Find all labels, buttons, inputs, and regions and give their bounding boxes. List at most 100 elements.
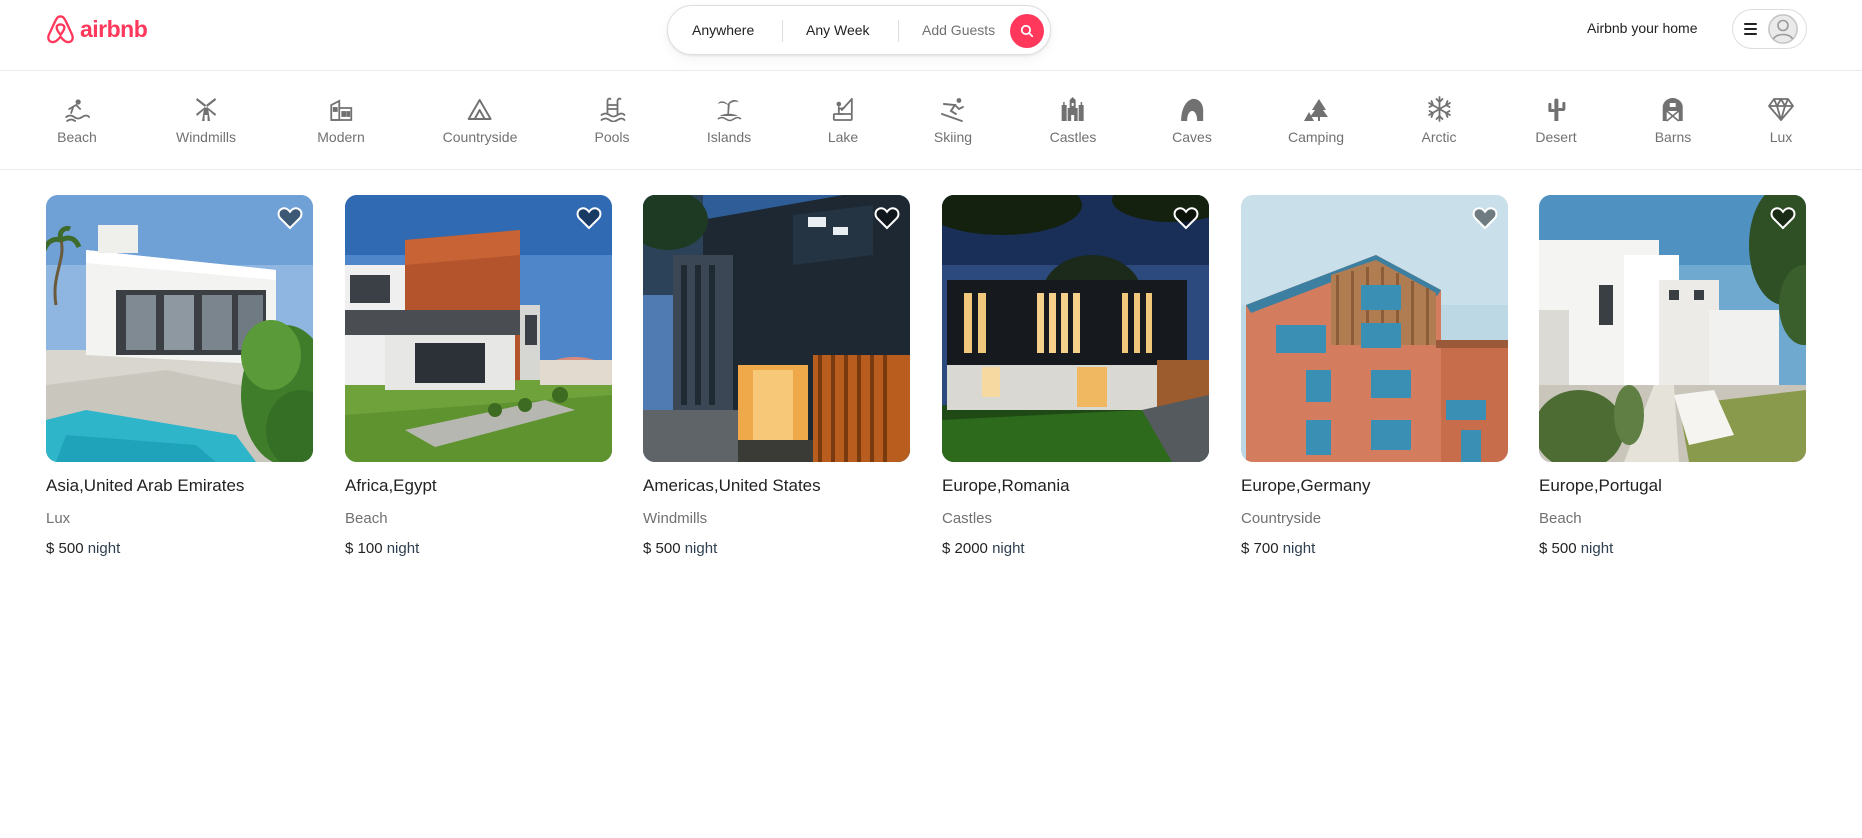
favorite-heart-button[interactable] xyxy=(1472,206,1498,230)
search-any-week[interactable]: Any Week xyxy=(806,22,870,38)
search-icon xyxy=(1020,24,1034,38)
hamburger-icon xyxy=(1744,23,1757,35)
listing-location: Europe,Romania xyxy=(942,476,1070,495)
airbnb-logo[interactable]: airbnb xyxy=(45,13,148,45)
listing-category: Windmills xyxy=(643,510,708,527)
listing-location: Europe,Portugal xyxy=(1539,476,1662,495)
cave-icon xyxy=(1181,98,1203,121)
category-label: Modern xyxy=(317,129,365,145)
category-caves[interactable]: Caves xyxy=(1172,96,1212,145)
favorite-heart-button[interactable] xyxy=(1770,206,1796,230)
listing-card[interactable]: Americas,United States Windmills $ 500 n… xyxy=(643,195,910,557)
category-label: Pools xyxy=(594,129,630,145)
listing-price-amount: $ 500 xyxy=(1539,540,1577,557)
listing-photo[interactable] xyxy=(46,195,313,462)
search-anywhere[interactable]: Anywhere xyxy=(692,22,754,38)
category-windmills[interactable]: Windmills xyxy=(176,96,236,145)
beach-icon xyxy=(65,99,90,122)
user-menu-button[interactable] xyxy=(1732,9,1807,49)
listing-photo-night-house xyxy=(942,195,1209,462)
modern-house-icon xyxy=(330,99,352,121)
pool-icon xyxy=(600,97,625,122)
category-label: Beach xyxy=(57,129,97,145)
brand-name: airbnb xyxy=(80,15,148,42)
listing-price-amount: $ 700 xyxy=(1241,540,1279,557)
mountain-icon xyxy=(468,99,492,120)
search-add-guests[interactable]: Add Guests xyxy=(922,22,995,38)
listing-location: Africa,Egypt xyxy=(345,476,437,495)
category-camping[interactable]: Camping xyxy=(1288,96,1344,145)
heart-icon xyxy=(1770,207,1796,230)
listing-location: Europe,Germany xyxy=(1241,476,1371,495)
category-label: Lux xyxy=(1769,129,1793,145)
listing-photo[interactable] xyxy=(1241,195,1508,462)
listing-price: $ 100 night xyxy=(345,540,612,557)
category-pools[interactable]: Pools xyxy=(594,96,630,145)
listing-photo[interactable] xyxy=(1539,195,1806,462)
category-label: Windmills xyxy=(176,129,236,145)
category-label: Desert xyxy=(1535,129,1577,145)
category-modern[interactable]: Modern xyxy=(317,96,365,145)
favorite-heart-button[interactable] xyxy=(277,206,303,230)
listing-photo-white-house xyxy=(1539,195,1806,462)
listing-price-unit: night xyxy=(684,540,718,557)
category-label: Castles xyxy=(1049,129,1097,145)
listing-photo[interactable] xyxy=(643,195,910,462)
category-label: Arctic xyxy=(1421,129,1457,145)
listing-price: $ 500 night xyxy=(1539,540,1806,557)
category-beach[interactable]: Beach xyxy=(57,96,97,145)
category-countryside[interactable]: Countryside xyxy=(442,96,518,145)
favorite-heart-button[interactable] xyxy=(874,206,900,230)
favorite-heart-button[interactable] xyxy=(1173,206,1199,230)
category-arctic[interactable]: Arctic xyxy=(1422,96,1457,145)
listing-photo[interactable] xyxy=(942,195,1209,462)
listing-card[interactable]: Asia,United Arab Emirates Lux $ 500 nigh… xyxy=(46,195,313,557)
listing-photo[interactable] xyxy=(345,195,612,462)
listing-photo-brick-house xyxy=(1241,195,1508,462)
lake-icon xyxy=(833,98,853,121)
category-label: Lake xyxy=(827,129,859,145)
island-icon xyxy=(717,99,742,122)
search-button[interactable] xyxy=(1010,14,1044,48)
category-islands[interactable]: Islands xyxy=(707,96,751,145)
category-castles[interactable]: Castles xyxy=(1049,96,1097,145)
cactus-icon xyxy=(1547,98,1565,121)
airbnb-your-home-link[interactable]: Airbnb your home xyxy=(1587,20,1698,36)
category-bar: Beach Windmills Modern Countryside Pools… xyxy=(0,71,1862,170)
listing-price-amount: $ 500 xyxy=(643,540,681,557)
castle-icon xyxy=(1062,97,1084,121)
listing-category: Lux xyxy=(46,510,71,527)
listing-price-amount: $ 2000 xyxy=(942,540,988,557)
category-skiing[interactable]: Skiing xyxy=(934,96,972,145)
listing-price-unit: night xyxy=(1282,540,1316,557)
heart-icon xyxy=(1472,207,1498,230)
listing-price-unit: night xyxy=(1580,540,1614,557)
listing-category: Beach xyxy=(1539,510,1582,527)
camping-icon xyxy=(1304,99,1328,121)
listing-price: $ 500 night xyxy=(46,540,313,557)
listing-photo-dark-house xyxy=(643,195,910,462)
category-lake[interactable]: Lake xyxy=(828,96,858,145)
windmill-icon xyxy=(195,98,216,121)
listing-price-unit: night xyxy=(87,540,121,557)
category-barns[interactable]: Barns xyxy=(1655,96,1691,145)
listing-card[interactable]: Europe,Germany Countryside $ 700 night xyxy=(1241,195,1508,557)
favorite-heart-button[interactable] xyxy=(576,206,602,230)
heart-icon xyxy=(1173,207,1199,230)
listing-location: Americas,United States xyxy=(643,476,821,495)
search-bar[interactable]: Anywhere Any Week Add Guests xyxy=(667,5,1051,55)
listing-card[interactable]: Europe,Portugal Beach $ 500 night xyxy=(1539,195,1806,557)
listing-card[interactable]: Europe,Romania Castles $ 2000 night xyxy=(942,195,1209,557)
listing-card[interactable]: Africa,Egypt Beach $ 100 night xyxy=(345,195,612,557)
top-header: airbnb Anywhere Any Week Add Guests Airb… xyxy=(0,0,1862,71)
listing-price: $ 2000 night xyxy=(942,540,1209,557)
search-divider xyxy=(898,20,899,42)
category-lux[interactable]: Lux xyxy=(1768,96,1794,145)
heart-icon xyxy=(874,207,900,230)
category-label: Countryside xyxy=(442,129,518,145)
category-desert[interactable]: Desert xyxy=(1535,96,1577,145)
listing-price: $ 500 night xyxy=(643,540,910,557)
listing-price: $ 700 night xyxy=(1241,540,1508,557)
category-label: Islands xyxy=(706,129,752,145)
heart-icon xyxy=(576,207,602,230)
